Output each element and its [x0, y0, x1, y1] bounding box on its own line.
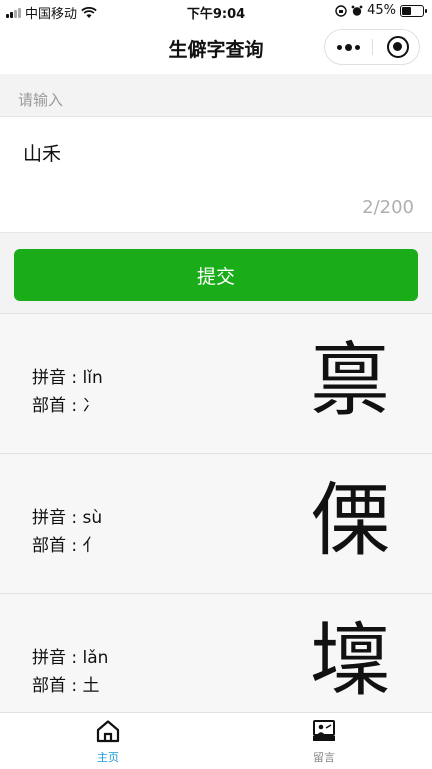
submit-button[interactable]: 提交 [14, 249, 418, 301]
input-label: 请输入 [18, 91, 64, 109]
query-textarea[interactable]: 山禾 2/200 [0, 116, 432, 233]
result-info: 拼音 : lǎn 部首 : 土 [32, 644, 108, 700]
more-dot-icon [355, 44, 360, 50]
tab-message[interactable]: 留言 [294, 719, 354, 765]
pinyin-label: 拼音 : lǐn [32, 368, 103, 388]
mini-program-capsule [324, 29, 420, 65]
result-card: 拼音 : sù 部首 : 亻 傈 [0, 453, 432, 593]
home-icon [96, 720, 120, 743]
tab-message-label: 留言 [313, 751, 335, 764]
rotation-lock-icon [335, 4, 347, 17]
radical-label: 部首 : 冫 [32, 396, 100, 416]
pinyin-label: 拼音 : lǎn [32, 648, 109, 668]
results-list: 拼音 : lǐn 部首 : 冫 禀 拼音 : sù 部首 : 亻 傈 拼音 : … [0, 313, 432, 733]
more-button[interactable] [325, 30, 372, 64]
battery-percent: 45% [367, 3, 396, 18]
result-info: 拼音 : lǐn 部首 : 冫 [32, 364, 103, 420]
battery-fill [402, 6, 411, 15]
tab-home-label: 主页 [97, 751, 119, 764]
close-button[interactable] [387, 36, 409, 58]
battery-icon [400, 4, 427, 17]
more-dot-icon [345, 43, 352, 51]
result-character: 禀 [310, 334, 390, 427]
nav-bar: 生僻字查询 [0, 22, 432, 74]
more-dot-icon [337, 44, 342, 50]
pinyin-label: 拼音 : sù [32, 508, 103, 528]
alarm-icon [351, 5, 363, 16]
char-counter: 2/200 [362, 197, 414, 218]
radical-label: 部首 : 土 [32, 676, 100, 696]
result-character: 傈 [310, 474, 390, 567]
result-character: 壈 [310, 614, 390, 707]
status-bar: 中国移动 下午9:04 45% [0, 0, 432, 22]
result-card: 拼音 : lǐn 部首 : 冫 禀 [0, 313, 432, 453]
status-right: 45% [335, 3, 427, 18]
radical-label: 部首 : 亻 [32, 536, 100, 556]
capsule-divider [372, 39, 373, 55]
tab-bar: 主页 留言 [0, 712, 432, 769]
result-info: 拼音 : sù 部首 : 亻 [32, 504, 102, 560]
query-text: 山禾 [23, 143, 62, 165]
message-board-icon [313, 720, 335, 741]
tab-home[interactable]: 主页 [78, 719, 138, 765]
